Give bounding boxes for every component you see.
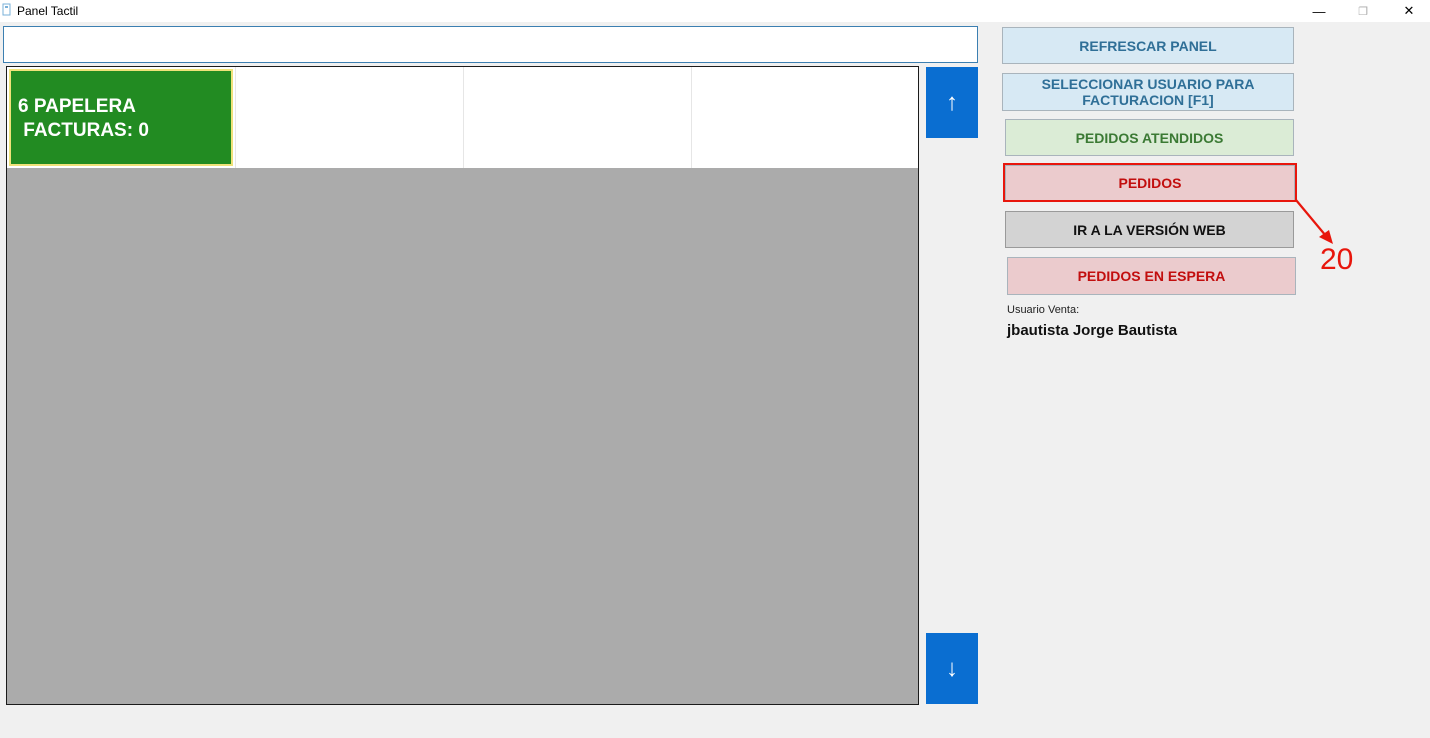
scroll-down-button[interactable]: ↓ (926, 633, 978, 704)
waiting-orders-button[interactable]: PEDIDOS EN ESPERA (1007, 257, 1296, 295)
sales-user-label: Usuario Venta: (1007, 304, 1080, 316)
arrow-up-icon: ↑ (946, 88, 958, 116)
sales-user-value: jbautista Jorge Bautista (1007, 322, 1178, 339)
select-user-button[interactable]: SELECCIONAR USUARIO PARA FACTURACION [F1… (1002, 73, 1294, 111)
minimize-icon[interactable]: — (1296, 0, 1342, 22)
tiles-row: 6 PAPELERA FACTURAS: 0 (7, 67, 918, 168)
app-icon (2, 3, 11, 16)
scroll-up-button[interactable]: ↑ (926, 67, 978, 138)
annotation-number: 20 (1320, 243, 1354, 276)
table-tile-papelera[interactable]: 6 PAPELERA FACTURAS: 0 (9, 69, 233, 166)
window-title: Panel Tactil (17, 4, 79, 18)
search-input[interactable] (3, 26, 978, 63)
tables-panel: 6 PAPELERA FACTURAS: 0 (6, 66, 919, 705)
empty-tile-slot (691, 67, 692, 168)
annotation-highlight-box (1003, 163, 1297, 202)
tile-invoice-count: FACTURAS: 0 (18, 120, 149, 141)
maximize-icon[interactable]: ❐ (1340, 0, 1386, 22)
attended-orders-button[interactable]: PEDIDOS ATENDIDOS (1005, 119, 1294, 156)
annotation-arrow-icon (1295, 199, 1333, 244)
title-bar: Panel Tactil — ❐ ✕ (0, 0, 1430, 22)
arrow-down-icon: ↓ (946, 654, 958, 682)
refresh-panel-button[interactable]: REFRESCAR PANEL (1002, 27, 1294, 64)
web-version-button[interactable]: IR A LA VERSIÓN WEB (1005, 211, 1294, 248)
empty-tile-slot (235, 67, 236, 168)
empty-tile-slot (463, 67, 464, 168)
close-icon[interactable]: ✕ (1386, 0, 1430, 22)
tile-title: 6 PAPELERA (18, 96, 136, 117)
